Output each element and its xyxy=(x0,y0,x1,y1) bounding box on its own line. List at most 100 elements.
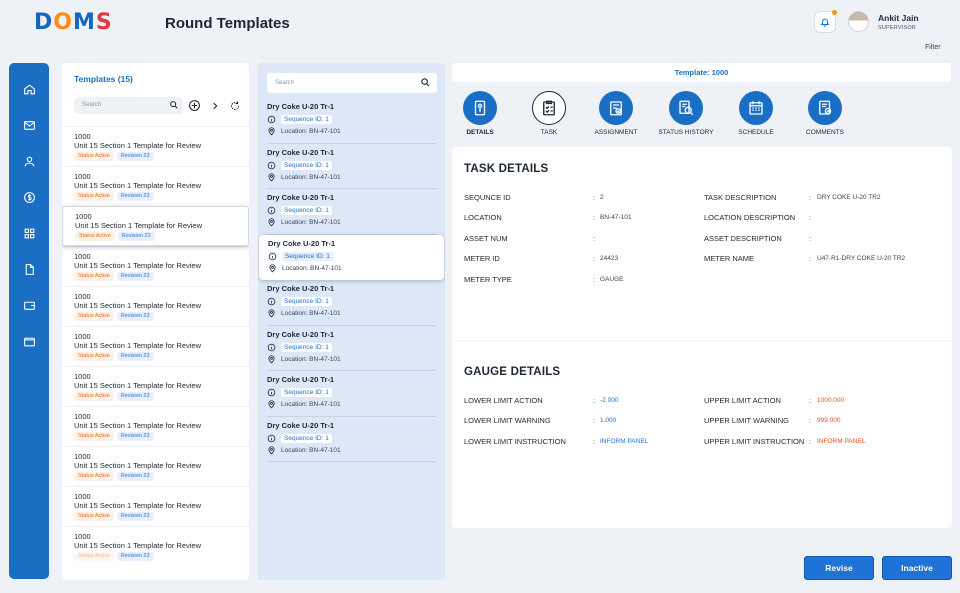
info-icon xyxy=(267,115,276,124)
template-item[interactable]: 1000 Unit 15 Section 1 Template for Revi… xyxy=(62,446,249,486)
sequence-item[interactable]: Dry Coke U-20 Tr-1 Sequence ID: 1 Locati… xyxy=(267,326,436,371)
mail-icon[interactable] xyxy=(21,117,37,133)
field-colon: : xyxy=(593,437,596,446)
field-colon: : xyxy=(809,213,812,222)
location-pin-icon xyxy=(269,263,276,272)
template-item[interactable]: 1000 Unit 15 Section 1 Template for Revi… xyxy=(62,406,249,446)
user-role: SUPERVISOR xyxy=(878,25,916,31)
filter-link[interactable]: Filter xyxy=(925,44,941,51)
wallet-icon[interactable] xyxy=(21,297,37,313)
tab-task[interactable]: TASK xyxy=(514,91,584,136)
sequence-item[interactable]: Dry Coke U-20 Tr-1 Sequence ID: 1 Locati… xyxy=(267,417,436,462)
folder-icon[interactable] xyxy=(21,333,37,349)
plus-circle-icon xyxy=(189,100,200,111)
assignment-icon xyxy=(599,91,633,125)
template-name: Unit 15 Section 1 Template for Review xyxy=(74,341,202,350)
template-item[interactable]: 1000 Unit 15 Section 1 Template for Revi… xyxy=(62,286,249,326)
sequence-item[interactable]: Dry Coke U-20 Tr-1 Sequence ID: 1 Locati… xyxy=(267,371,436,417)
template-item[interactable]: 1000 Unit 15 Section 1 Template for Revi… xyxy=(62,246,249,286)
sequence-name: Dry Coke U-20 Tr-1 xyxy=(267,102,335,111)
sequence-id: Sequence ID: 1 xyxy=(281,160,332,170)
field-colon: : xyxy=(809,254,812,263)
template-item[interactable]: 1000 Unit 15 Section 1 Template for Revi… xyxy=(62,366,249,406)
template-item[interactable]: 1000 Unit 15 Section 1 Template for Revi… xyxy=(62,526,249,566)
sequence-location: Location: BN-47-101 xyxy=(281,355,341,363)
template-code: 1000 xyxy=(74,492,91,501)
field-label: ASSET NUM xyxy=(464,234,508,243)
sequence-location: Location: BN-47-101 xyxy=(281,401,341,408)
template-item[interactable]: 1000 Unit 15 Section 1 Template for Revi… xyxy=(62,166,249,206)
revision-badge: Revision 23 xyxy=(116,512,154,521)
sequence-location: Location: BN-47-101 xyxy=(281,173,341,181)
tab-label: TASK xyxy=(540,129,558,136)
field-colon: : xyxy=(593,275,596,284)
sequence-item[interactable]: Dry Coke U-20 Tr-1 Sequence ID: 1 Locati… xyxy=(267,98,436,144)
field-value: GAUGE xyxy=(600,276,624,283)
location-pin-icon xyxy=(268,127,275,136)
sequence-search-input[interactable]: Search xyxy=(267,73,437,93)
field-colon: : xyxy=(809,396,812,405)
tab-status-history[interactable]: STATUS HISTORY xyxy=(651,91,721,136)
template-name: Unit 15 Section 1 Template for Review xyxy=(74,141,202,150)
field-colon: : xyxy=(593,213,596,222)
template-name: Unit 15 Section 1 Template for Review xyxy=(74,461,202,470)
add-template-button[interactable] xyxy=(187,98,202,113)
avatar[interactable] xyxy=(848,11,869,32)
field-colon: : xyxy=(593,193,596,202)
sequence-name: Dry Coke U-20 Tr-1 xyxy=(267,420,335,430)
template-code: 1000 xyxy=(74,412,91,421)
template-banner: Template: 1000 xyxy=(452,63,951,82)
revise-button[interactable]: Revise xyxy=(804,556,874,580)
tab-label: SCHEDULE xyxy=(738,129,774,136)
field-label: UPPER LIMIT ACTION xyxy=(704,396,781,405)
dollar-icon[interactable] xyxy=(21,189,37,205)
sequence-item[interactable]: Dry Coke U-20 Tr-1 Sequence ID: 1 Locati… xyxy=(267,144,436,189)
revision-badge: Revision 23 xyxy=(116,312,154,321)
tab-label: COMMENTS xyxy=(806,129,844,136)
field-label: LOWER LIMIT WARNING xyxy=(464,416,551,425)
sequence-item[interactable]: Dry Coke U-20 Tr-1 Sequence ID: 1 Locati… xyxy=(267,189,436,235)
status-badge: Status Active xyxy=(74,552,114,561)
sequence-item-selected[interactable]: Dry Coke U-20 Tr-1 Sequence ID: 1 Locati… xyxy=(259,234,444,280)
field-label: SEQUNCE ID xyxy=(464,193,511,202)
search-icon[interactable] xyxy=(169,100,179,110)
sequence-name: Dry Coke U-20 Tr-1 xyxy=(267,193,335,202)
gauge-details-title: GAUGE DETAILS xyxy=(464,366,561,378)
home-icon[interactable] xyxy=(21,81,37,97)
search-icon[interactable] xyxy=(420,77,431,88)
templates-search-input[interactable]: Search xyxy=(74,97,183,114)
field-label: METER TYPE xyxy=(464,275,512,284)
sidebar xyxy=(9,63,49,579)
tab-details[interactable]: DETAILS xyxy=(445,91,515,136)
template-item[interactable]: 1000 Unit 15 Section 1 Template for Revi… xyxy=(62,486,249,526)
status-badge: Status Active xyxy=(74,432,114,441)
field-value: 1000.000 xyxy=(817,397,845,404)
tab-schedule[interactable]: SCHEDULE xyxy=(721,91,791,136)
notifications-button[interactable] xyxy=(814,10,837,33)
field-label: METER NAME xyxy=(704,254,755,263)
tab-assignment[interactable]: ASSIGNMENT xyxy=(581,91,651,136)
template-code: 1000 xyxy=(74,172,91,181)
field-label: UPPER LIMIT WARNING xyxy=(704,416,790,425)
sequence-name: Dry Coke U-20 Tr-1 xyxy=(267,329,335,339)
template-item-selected[interactable]: 1000 Unit 15 Section 1 Template for Revi… xyxy=(62,206,249,246)
tab-label: DETAILS xyxy=(466,129,494,136)
template-item[interactable]: 1000 Unit 15 Section 1 Template for Revi… xyxy=(62,326,249,366)
user-icon[interactable] xyxy=(21,153,37,169)
tab-comments[interactable]: COMMENTS xyxy=(790,91,860,136)
template-item[interactable]: 1000 Unit 15 Section 1 Template for Revi… xyxy=(62,126,249,166)
field-label: ASSET DESCRIPTION xyxy=(704,234,782,243)
inactive-button[interactable]: Inactive xyxy=(882,556,952,580)
app-logo[interactable]: DOMS xyxy=(34,10,113,35)
grid-icon[interactable] xyxy=(21,225,37,241)
sequence-item[interactable]: Dry Coke U-20 Tr-1 Sequence ID: 1 Locati… xyxy=(267,280,436,326)
status-badge: Status Active xyxy=(74,392,114,401)
page-title: Round Templates xyxy=(165,15,290,32)
task-icon xyxy=(532,91,566,125)
next-button[interactable] xyxy=(207,98,222,113)
field-label: METER ID xyxy=(464,254,500,263)
status-badge: Status Active xyxy=(75,232,115,241)
refresh-button[interactable] xyxy=(227,98,242,113)
document-icon[interactable] xyxy=(21,261,37,277)
field-label: LOWER LIMIT INSTRUCTION xyxy=(464,437,566,446)
